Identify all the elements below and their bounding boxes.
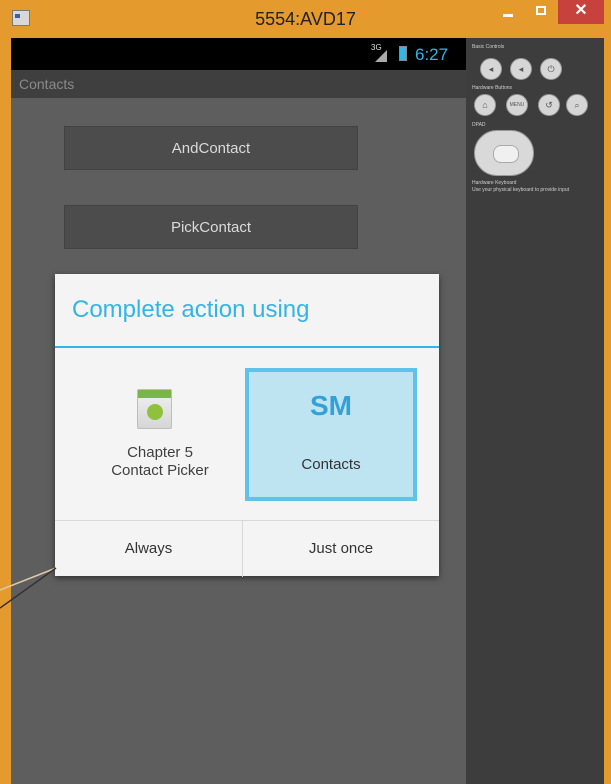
device-screen: 3G 6:27 Contacts AndContact PickContact … <box>11 38 466 784</box>
android-app-icon <box>137 389 172 429</box>
and-contact-button[interactable]: AndContact <box>64 126 358 170</box>
sm-icon: SM <box>310 390 352 421</box>
always-button[interactable]: Always <box>55 521 242 577</box>
dpad-center-button[interactable] <box>493 145 519 163</box>
menu-button[interactable]: MENU <box>506 94 528 116</box>
option-contacts[interactable]: SM Contacts <box>245 368 417 501</box>
annotation-callout <box>0 567 57 609</box>
signal-icon: 3G <box>371 43 389 62</box>
basic-controls-label: Basic Controls <box>472 44 505 50</box>
emulator-window: 5554:AVD17 ✕ 3G 6:27 Contacts AndContact… <box>0 0 611 784</box>
emulator-controls-panel: Basic Controls ◂ ◂ ⏻ Hardware Buttons ⌂ … <box>466 38 604 784</box>
status-time: 6:27 <box>415 45 449 64</box>
home-icon[interactable]: ⌂ <box>474 94 496 116</box>
keyboard-hint: Use your physical keyboard to provide in… <box>472 187 569 193</box>
title-bar[interactable]: 5554:AVD17 ✕ <box>0 0 611 38</box>
option-label-line2: Contact Picker <box>111 462 209 479</box>
option-label: Contacts <box>301 456 361 473</box>
back-icon[interactable]: ↺ <box>538 94 560 116</box>
dpad-label: DPAD <box>472 122 486 128</box>
dialog-title: Complete action using <box>72 296 310 323</box>
volume-up-icon[interactable]: ◂ <box>510 58 532 80</box>
maximize-button[interactable] <box>528 0 556 24</box>
option-label-line1: Chapter 5 <box>127 444 193 461</box>
dpad-control[interactable] <box>474 130 534 176</box>
hardware-buttons-label: Hardware Buttons <box>472 85 513 91</box>
hardware-keyboard-label: Hardware Keyboard <box>472 180 517 186</box>
chooser-dialog: Complete action using Chapter 5 Contact … <box>55 274 439 577</box>
option-contact-picker[interactable]: Chapter 5 Contact Picker <box>73 354 247 510</box>
status-bar: 3G 6:27 <box>11 38 466 70</box>
power-icon[interactable]: ⏻ <box>540 58 562 80</box>
app-title: Contacts <box>19 76 75 92</box>
close-button[interactable]: ✕ <box>558 0 604 24</box>
option-label: Chapter 5 Contact Picker <box>73 444 247 480</box>
title-divider <box>55 346 439 348</box>
dialog-button-row: Always Just once <box>55 520 439 577</box>
battery-icon <box>399 46 407 61</box>
search-icon[interactable]: ⌕ <box>566 94 588 116</box>
action-bar: Contacts <box>11 70 466 98</box>
minimize-button[interactable] <box>488 0 528 24</box>
just-once-button[interactable]: Just once <box>243 521 439 577</box>
pick-contact-button[interactable]: PickContact <box>64 205 358 249</box>
volume-down-icon[interactable]: ◂ <box>480 58 502 80</box>
